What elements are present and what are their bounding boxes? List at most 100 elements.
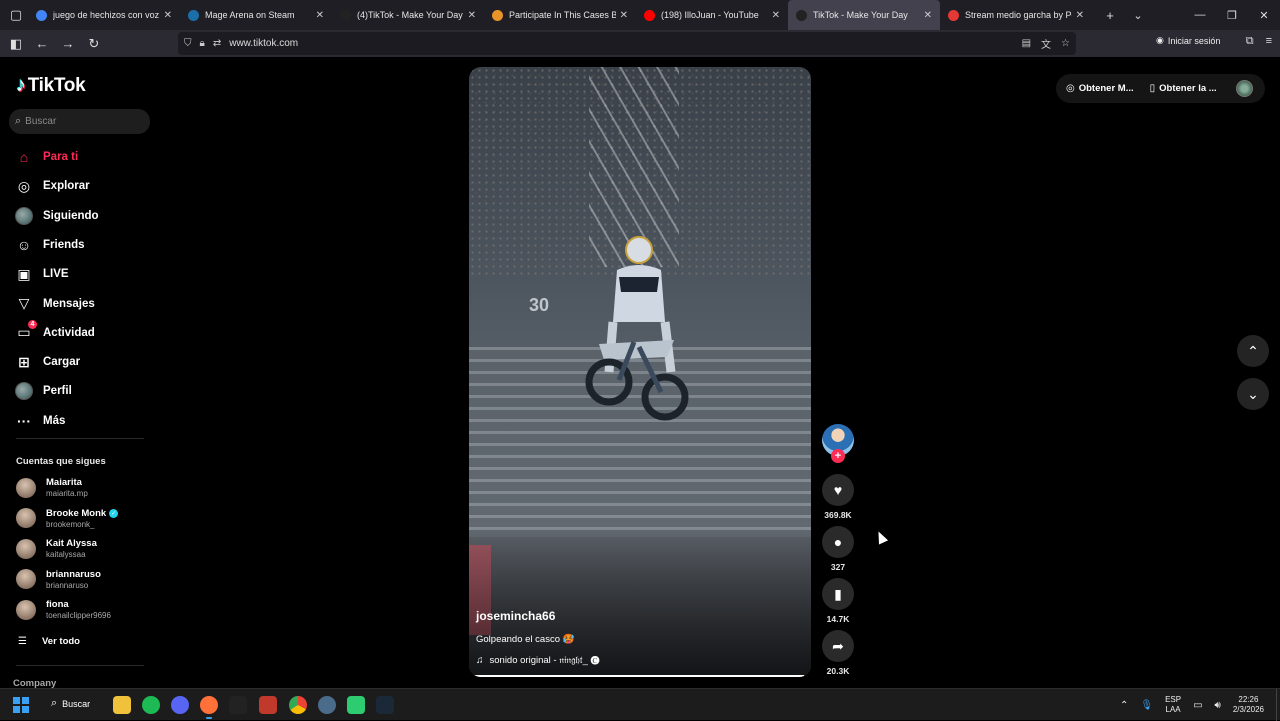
coin-icon: ◎ [1066, 83, 1075, 94]
language-indicator[interactable]: ESP LAA [1165, 695, 1181, 715]
see-all-button[interactable]: ☰ Ver todo [18, 636, 80, 647]
follow-plus-icon[interactable]: + [831, 449, 845, 463]
translate-icon[interactable]: 文 [1041, 36, 1051, 51]
followed-account[interactable]: briannaruso briannaruso [16, 569, 101, 590]
browser-tab[interactable]: Participate In This Cases Battle! ✕ [484, 0, 636, 30]
back-button[interactable]: ← [30, 32, 54, 56]
sidebar-toggle-icon[interactable]: ◧ [4, 32, 28, 56]
video-sound[interactable]: ♫ sonido original - 𝔫𝔦𝔫𝔤𝔥𝔱_ 🅒 [476, 655, 599, 666]
restore-window-button[interactable]: ❐ [1216, 9, 1248, 22]
url-bar[interactable]: ⛉ 🔒︎ ⇄ www.tiktok.com ▤ 文 ☆ [178, 32, 1076, 55]
close-tab-icon[interactable]: ✕ [164, 10, 172, 21]
browser-tab[interactable]: juego de hechizos con voz - Bu ✕ [28, 0, 180, 30]
tiktok-logo[interactable]: ♪ TikTok [16, 74, 86, 97]
sidebar-item-live[interactable]: ▣ LIVE [14, 262, 68, 286]
browser-tab[interactable]: Mage Arena on Steam ✕ [180, 0, 332, 30]
comment-count: 327 [830, 562, 846, 572]
avatar [16, 477, 36, 498]
share-icon[interactable]: ➦ [822, 630, 854, 662]
search-box[interactable]: ⌕ [9, 109, 150, 134]
browser-signin-button[interactable]: ◉ Iniciar sesión [1156, 35, 1220, 46]
browser-tab[interactable]: (4)TikTok - Make Your Day ✕ [332, 0, 484, 30]
browser-tab[interactable]: TikTok - Make Your Day ✕ [788, 0, 940, 30]
video-author[interactable]: josemincha66 [476, 609, 555, 623]
chrome-icon[interactable] [289, 696, 307, 714]
clock[interactable]: 22:26 2/3/2026 [1233, 695, 1264, 715]
sidebar-item-mensajes[interactable]: ▽ Mensajes [14, 292, 95, 316]
video-progress-bar[interactable] [469, 675, 811, 677]
reload-button[interactable]: ↻ [82, 32, 106, 56]
sidebar-item-explorar[interactable]: ◎ Explorar [14, 174, 90, 198]
permissions-icon[interactable]: ⇄ [213, 38, 221, 49]
microphone-icon[interactable]: 🎙︎ [1140, 700, 1153, 711]
get-coins-button[interactable]: ◎ Obtener M... [1066, 83, 1134, 94]
followed-account[interactable]: Brooke Monk ✓ brookemonk_ [16, 508, 119, 529]
account-username: maiarita.mp [46, 489, 88, 498]
shield-icon[interactable]: ⛉ [184, 38, 192, 49]
voicemod-icon[interactable] [259, 696, 277, 714]
next-video-button[interactable]: ⌄ [1237, 378, 1269, 410]
sidebar-item-perfil[interactable]: Perfil [14, 379, 72, 403]
sidebar-item-friends[interactable]: ☺ Friends [14, 233, 85, 257]
save-action[interactable]: ▮ 14.7K [822, 578, 854, 624]
close-tab-icon[interactable]: ✕ [620, 10, 628, 21]
browser-tab[interactable]: (198) IlloJuan - YouTube ✕ [636, 0, 788, 30]
sidebar-item-cargar[interactable]: ⊞ Cargar [14, 350, 80, 374]
video-player[interactable]: 30 [469, 67, 811, 677]
reader-view-icon[interactable]: ▤ [1022, 38, 1031, 49]
avatar [16, 538, 36, 559]
settings-gear-icon[interactable] [318, 696, 336, 714]
sidebar-item-ms[interactable]: ··· Más [14, 409, 65, 433]
green-app-icon[interactable] [347, 696, 365, 714]
show-desktop-button[interactable] [1276, 689, 1280, 721]
sidebar-item-actividad[interactable]: ▭ 4 Actividad [14, 319, 95, 345]
get-app-button[interactable]: ▯ Obtener la ... [1150, 83, 1217, 94]
profile-avatar[interactable] [1236, 80, 1253, 97]
company-link[interactable]: Company [13, 678, 56, 688]
heart-icon[interactable]: ♥ [822, 474, 854, 506]
comment-action[interactable]: ● 327 [822, 526, 854, 572]
search-input[interactable] [25, 116, 136, 127]
sidebar-item-siguiendo[interactable]: Siguiendo [14, 204, 99, 228]
search-icon: ⌕ [15, 115, 22, 127]
followed-account[interactable]: Kait Alyssa kaitalyssaa [16, 538, 97, 559]
close-window-button[interactable]: ✕ [1248, 9, 1280, 22]
browser-tab[interactable]: Stream medio garcha by PelisC ✕ [940, 0, 1092, 30]
forward-button[interactable]: → [56, 32, 80, 56]
minimize-window-button[interactable]: — [1184, 9, 1216, 21]
close-tab-icon[interactable]: ✕ [924, 10, 932, 21]
network-icon[interactable]: ▭ [1193, 700, 1202, 711]
followed-account[interactable]: Maiarita maiarita.mp [16, 477, 88, 498]
windows-start-button[interactable] [13, 697, 29, 713]
volume-icon[interactable]: 🔊︎ [1215, 700, 1221, 711]
menu-icon[interactable]: ≡ [1266, 35, 1272, 48]
steam-icon[interactable] [376, 696, 394, 714]
tab-list-chevron-icon[interactable]: ⌄ [1122, 9, 1154, 22]
taskbar-search[interactable]: ⌕ Buscar [51, 697, 90, 710]
previous-video-button[interactable]: ⌃ [1237, 335, 1269, 367]
close-tab-icon[interactable]: ✕ [1076, 10, 1084, 21]
like-action[interactable]: ♥ 369.8K [822, 474, 854, 520]
lock-icon[interactable]: 🔒︎ [200, 38, 205, 49]
discord-icon[interactable] [171, 696, 189, 714]
bookmark-star-icon[interactable]: ☆ [1061, 38, 1070, 49]
tray-chevron-up-icon[interactable]: ⌃ [1120, 700, 1128, 711]
close-tab-icon[interactable]: ✕ [316, 10, 324, 21]
new-tab-button[interactable]: + [1098, 3, 1122, 27]
extensions-icon[interactable]: ⧉ [1246, 35, 1254, 48]
stream-icon [948, 9, 959, 21]
url-text[interactable]: www.tiktok.com [229, 38, 298, 49]
epic-games-icon[interactable] [229, 696, 247, 714]
firefox-icon[interactable] [200, 696, 218, 719]
close-tab-icon[interactable]: ✕ [772, 10, 780, 21]
get-app-label: Obtener la ... [1159, 83, 1217, 94]
bookmark-icon[interactable]: ▮ [822, 578, 854, 610]
close-tab-icon[interactable]: ✕ [468, 10, 476, 21]
share-action[interactable]: ➦ 20.3K [822, 630, 854, 676]
sidebar-item-para-ti[interactable]: ⌂ Para ti [14, 145, 78, 169]
file-explorer-icon[interactable] [113, 696, 131, 714]
followed-account[interactable]: fiona toenailclipper9696 [16, 599, 111, 620]
tab-overview-icon[interactable]: ▢ [4, 3, 28, 27]
spotify-icon[interactable] [142, 696, 160, 714]
comment-icon[interactable]: ● [822, 526, 854, 558]
